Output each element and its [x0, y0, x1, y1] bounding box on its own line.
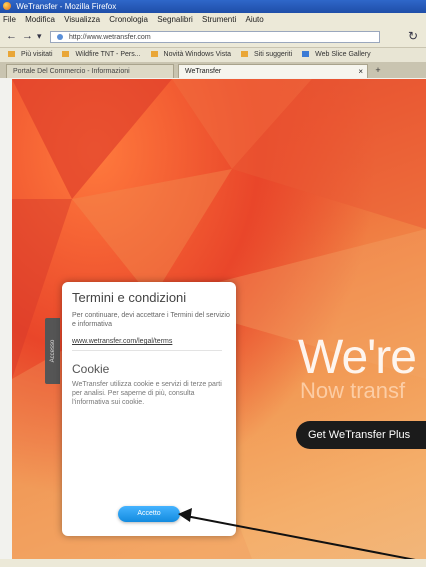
browser-window: WeTransfer - Mozilla Firefox File Modifi…: [0, 0, 426, 567]
status-bar: [0, 559, 426, 567]
annotation-arrow: [178, 508, 426, 563]
